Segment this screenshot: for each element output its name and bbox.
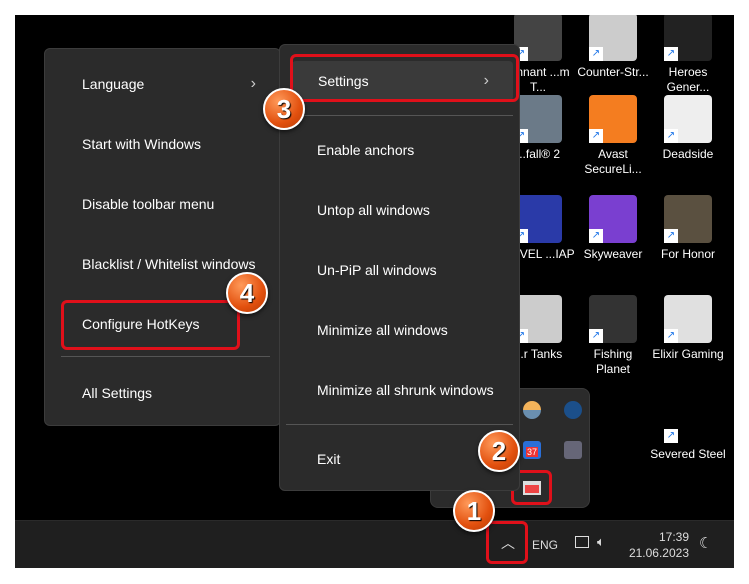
- app-icon: ↗: [589, 95, 637, 143]
- menu-item-minimize-all[interactable]: Minimize all windows: [280, 310, 519, 350]
- time: 17:39: [658, 530, 689, 544]
- desktop-icon-label: For Honor: [660, 247, 716, 261]
- app-icon: ↗: [664, 15, 712, 61]
- shortcut-arrow-icon: ↗: [664, 329, 678, 343]
- shortcut-arrow-icon: ↗: [589, 229, 603, 243]
- highlight-hotkeys: [61, 300, 240, 350]
- vpn-icon[interactable]: [564, 441, 582, 459]
- context-menu: Language › Start with Windows Disable too…: [44, 48, 281, 426]
- desktop-icon-label: Fishing Planet: [593, 347, 633, 376]
- app-icon: ↗: [514, 95, 562, 143]
- language-indicator[interactable]: ENG: [532, 538, 558, 552]
- app-icon: ↗: [664, 395, 712, 443]
- menu-item-language[interactable]: Language ›: [45, 64, 280, 104]
- highlight-chevron: [486, 521, 528, 564]
- label: Untop all windows: [317, 202, 430, 218]
- shortcut-arrow-icon: ↗: [664, 229, 678, 243]
- menu-item-untop[interactable]: Untop all windows: [280, 190, 519, 230]
- network-icon[interactable]: [575, 536, 589, 548]
- app-icon: ↗: [664, 195, 712, 243]
- desktop-icon[interactable]: ↗ Fishing Planet: [575, 295, 651, 377]
- app-icon: ↗: [589, 295, 637, 343]
- label: Disable toolbar menu: [82, 196, 215, 212]
- desktop-icon-label: Skyweaver: [583, 247, 643, 261]
- app-icon: ↗: [589, 195, 637, 243]
- volume-icon[interactable]: 🔈︎: [597, 534, 605, 550]
- settings-submenu: Settings › Enable anchors Untop all windo…: [279, 44, 520, 491]
- app-icon: ↗: [589, 15, 637, 61]
- desktop-icon-label: Elixir Gaming: [652, 347, 724, 361]
- menu-item-minimize-shrunk[interactable]: Minimize all shrunk windows: [280, 370, 519, 410]
- desktop-icon-label: Avast SecureLi...: [584, 147, 642, 176]
- step-badge-2: 2: [478, 430, 520, 472]
- desktop-icon[interactable]: ↗ Severed Steel: [650, 395, 726, 462]
- app-icon: ↗: [514, 295, 562, 343]
- desktop-icon[interactable]: ↗ Skyweaver: [575, 195, 651, 262]
- highlight-settings: [290, 54, 519, 102]
- menu-item-disable-toolbar[interactable]: Disable toolbar menu: [45, 184, 280, 224]
- shortcut-arrow-icon: ↗: [664, 47, 678, 61]
- menu-item-all-settings[interactable]: All Settings: [45, 373, 280, 413]
- weather-icon[interactable]: [523, 401, 541, 419]
- step-badge-4: 4: [226, 272, 268, 314]
- label: Exit: [317, 451, 341, 467]
- label: Start with Windows: [82, 136, 202, 152]
- desktop-icon-label: Counter-Str...: [577, 65, 649, 79]
- calendar-icon[interactable]: 37: [523, 441, 541, 459]
- desktop-icon-label: Deadside: [662, 147, 714, 161]
- menu-item-enable-anchors[interactable]: Enable anchors: [280, 130, 519, 170]
- focus-moon-icon[interactable]: ☾: [699, 534, 712, 552]
- label: Minimize all windows: [317, 322, 448, 338]
- app-icon: ↗: [514, 195, 562, 243]
- desktop-icon[interactable]: ↗ Deadside: [650, 95, 726, 162]
- taskbar: ︿ ENG 🔈︎ 17:39 21.06.2023 ☾: [15, 520, 734, 568]
- step-badge-1: 1: [453, 490, 495, 532]
- divider: [286, 115, 513, 116]
- menu-item-unpip[interactable]: Un-PiP all windows: [280, 250, 519, 290]
- steam-icon[interactable]: [564, 401, 582, 419]
- divider: [61, 356, 270, 357]
- label: Blacklist / Whitelist windows: [82, 256, 256, 272]
- shortcut-arrow-icon: ↗: [664, 429, 678, 443]
- desktop-icon[interactable]: ↗ Elixir Gaming: [650, 295, 726, 362]
- calendar-badge: 37: [525, 447, 538, 457]
- label: All Settings: [82, 385, 153, 401]
- label: Language: [82, 76, 145, 92]
- desktop-icon-label: Heroes Gener...: [666, 65, 710, 94]
- divider: [286, 424, 513, 425]
- date: 21.06.2023: [628, 546, 689, 560]
- shortcut-arrow-icon: ↗: [664, 129, 678, 143]
- desktop-icon[interactable]: ↗ Counter-Str...: [575, 15, 651, 80]
- shortcut-arrow-icon: ↗: [589, 129, 603, 143]
- app-icon: ↗: [664, 95, 712, 143]
- step-badge-3: 3: [263, 88, 305, 130]
- label: Un-PiP all windows: [317, 262, 437, 278]
- clock[interactable]: 17:39 21.06.2023: [625, 529, 689, 561]
- app-icon: ↗: [514, 15, 562, 61]
- desktop-icon[interactable]: ↗ For Honor: [650, 195, 726, 262]
- desktop-icon-label: Severed Steel: [650, 447, 726, 461]
- label: Enable anchors: [317, 142, 415, 158]
- shortcut-arrow-icon: ↗: [589, 329, 603, 343]
- chevron-right-icon: ›: [250, 75, 256, 92]
- app-icon: ↗: [664, 295, 712, 343]
- desktop-icon[interactable]: ↗ Avast SecureLi...: [575, 95, 651, 177]
- shortcut-arrow-icon: ↗: [589, 47, 603, 61]
- desktop-icon[interactable]: ↗ Heroes Gener...: [650, 15, 726, 95]
- label: Minimize all shrunk windows: [317, 382, 494, 398]
- menu-item-start-with-windows[interactable]: Start with Windows: [45, 124, 280, 164]
